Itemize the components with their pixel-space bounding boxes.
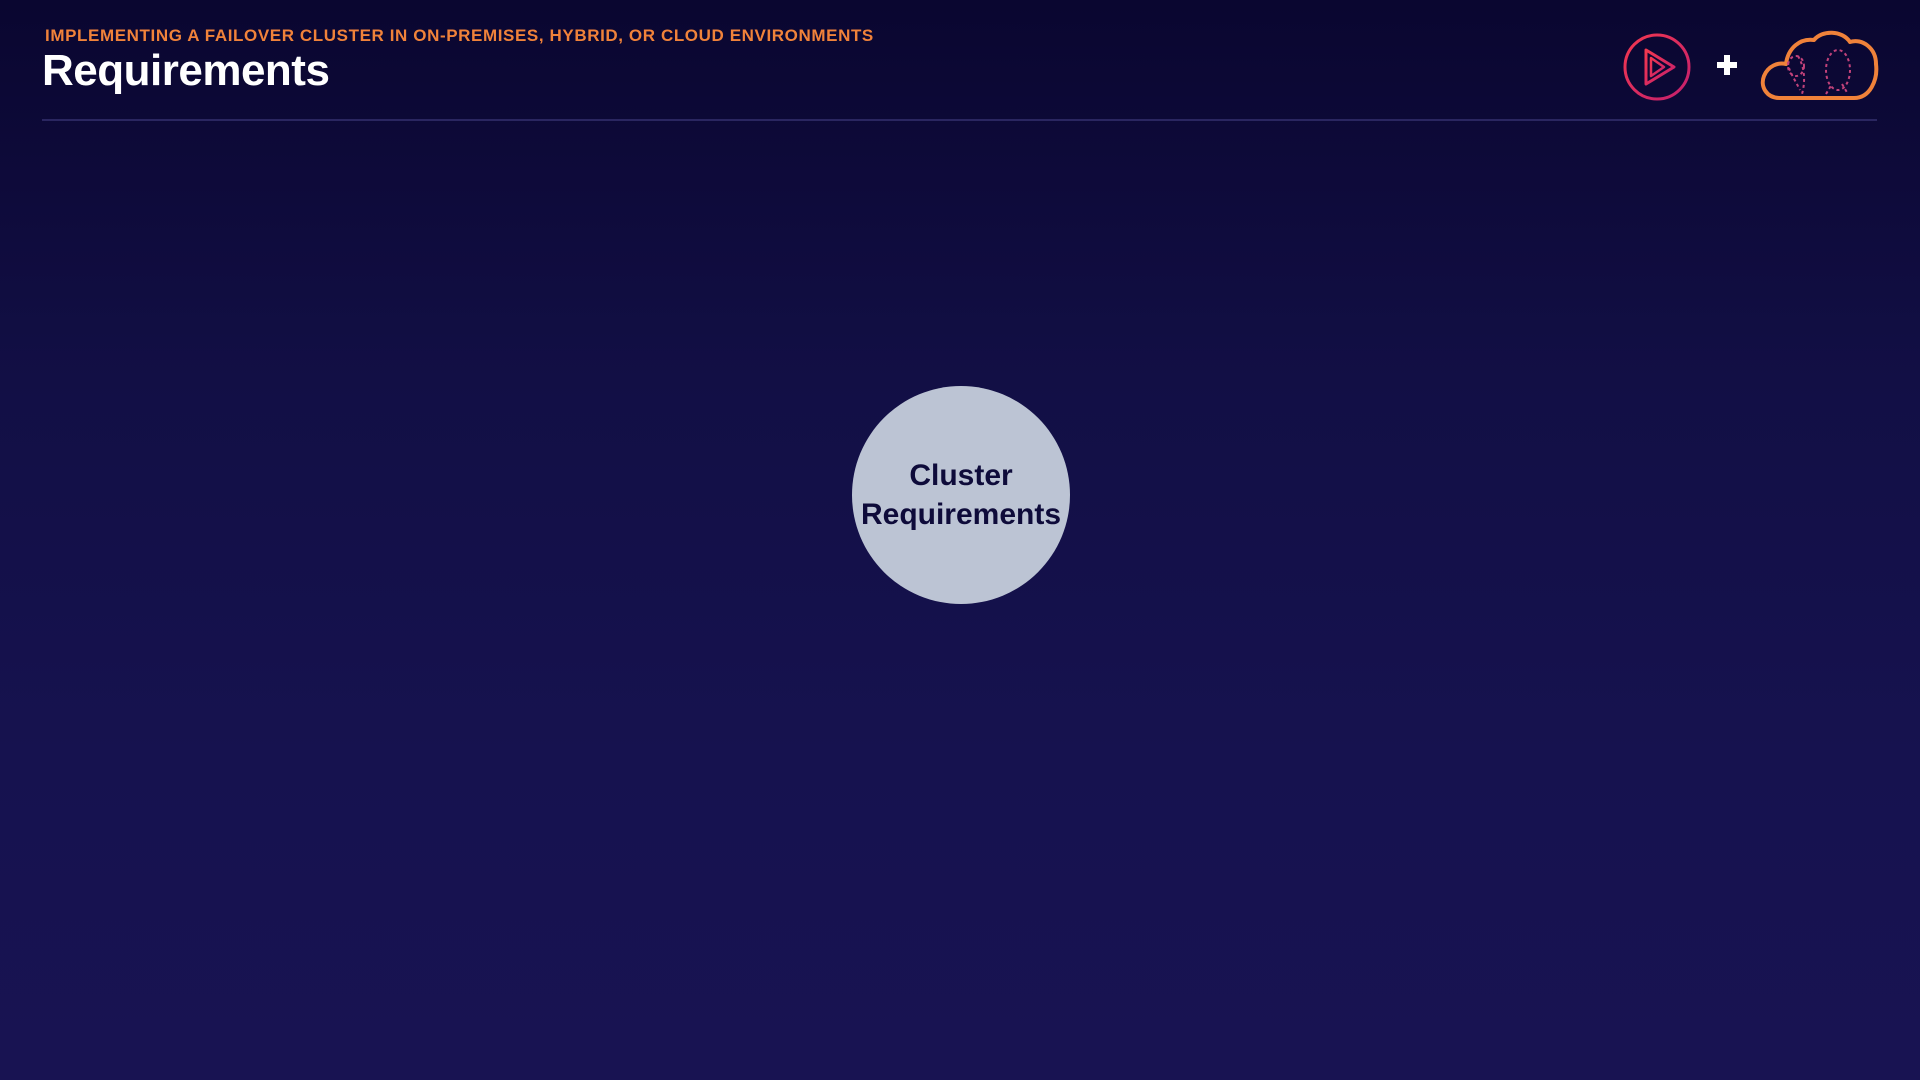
course-subtitle: IMPLEMENTING A FAILOVER CLUSTER IN ON-PR… bbox=[45, 26, 874, 45]
cloud-logo-icon bbox=[1760, 30, 1879, 100]
header-divider bbox=[42, 119, 1877, 121]
page-title: Requirements bbox=[42, 46, 330, 95]
node-label-line-1: Cluster bbox=[909, 459, 1013, 492]
slide-header: IMPLEMENTING A FAILOVER CLUSTER IN ON-PR… bbox=[0, 0, 1920, 122]
node-label-line-2: Requirements bbox=[860, 498, 1062, 531]
cluster-requirements-node: Cluster Requirements bbox=[852, 386, 1070, 604]
plus-icon bbox=[1717, 55, 1737, 75]
play-logo-icon bbox=[1623, 33, 1691, 101]
